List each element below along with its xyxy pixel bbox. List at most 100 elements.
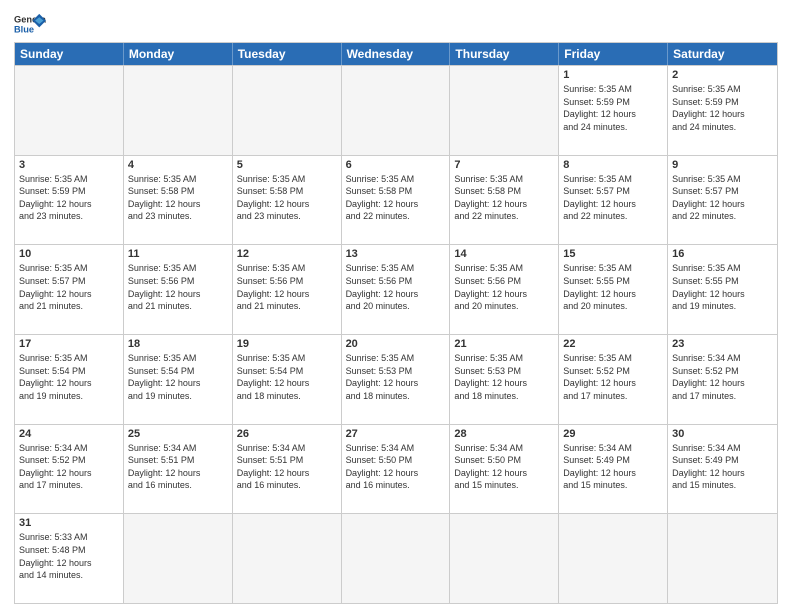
- calendar-row: 17 Sunrise: 5:35 AM Sunset: 5:54 PM Dayli…: [15, 334, 777, 424]
- day-number: 8: [563, 159, 663, 171]
- weekday-header: Tuesday: [233, 43, 342, 65]
- day-number: 28: [454, 428, 554, 440]
- sun-info: Sunrise: 5:34 AM Sunset: 5:51 PM Dayligh…: [237, 442, 337, 492]
- day-number: 4: [128, 159, 228, 171]
- day-number: 21: [454, 338, 554, 350]
- logo: General Blue: [14, 12, 46, 36]
- weekday-header: Monday: [124, 43, 233, 65]
- day-number: 29: [563, 428, 663, 440]
- sun-info: Sunrise: 5:34 AM Sunset: 5:50 PM Dayligh…: [454, 442, 554, 492]
- day-number: 7: [454, 159, 554, 171]
- sun-info: Sunrise: 5:35 AM Sunset: 5:54 PM Dayligh…: [237, 352, 337, 402]
- weekday-header: Friday: [559, 43, 668, 65]
- sun-info: Sunrise: 5:34 AM Sunset: 5:49 PM Dayligh…: [563, 442, 663, 492]
- sun-info: Sunrise: 5:34 AM Sunset: 5:49 PM Dayligh…: [672, 442, 773, 492]
- day-number: 27: [346, 428, 446, 440]
- calendar-cell: [124, 514, 233, 603]
- sun-info: Sunrise: 5:33 AM Sunset: 5:48 PM Dayligh…: [19, 531, 119, 581]
- sun-info: Sunrise: 5:35 AM Sunset: 5:58 PM Dayligh…: [128, 173, 228, 223]
- svg-text:Blue: Blue: [14, 24, 34, 34]
- calendar-cell: 13 Sunrise: 5:35 AM Sunset: 5:56 PM Dayli…: [342, 245, 451, 334]
- calendar-row: 1 Sunrise: 5:35 AM Sunset: 5:59 PM Daylig…: [15, 65, 777, 155]
- sun-info: Sunrise: 5:35 AM Sunset: 5:55 PM Dayligh…: [672, 262, 773, 312]
- day-number: 25: [128, 428, 228, 440]
- generalblue-logo-icon: General Blue: [14, 12, 46, 36]
- calendar-cell: 15 Sunrise: 5:35 AM Sunset: 5:55 PM Dayli…: [559, 245, 668, 334]
- calendar-cell: 27 Sunrise: 5:34 AM Sunset: 5:50 PM Dayli…: [342, 425, 451, 514]
- calendar-cell: 23Sunrise: 5:34 AM Sunset: 5:52 PM Dayli…: [668, 335, 777, 424]
- sun-info: Sunrise: 5:35 AM Sunset: 5:54 PM Dayligh…: [128, 352, 228, 402]
- sun-info: Sunrise: 5:35 AM Sunset: 5:57 PM Dayligh…: [19, 262, 119, 312]
- sun-info: Sunrise: 5:35 AM Sunset: 5:56 PM Dayligh…: [454, 262, 554, 312]
- sun-info: Sunrise: 5:34 AM Sunset: 5:51 PM Dayligh…: [128, 442, 228, 492]
- calendar-row: 24Sunrise: 5:34 AM Sunset: 5:52 PM Dayli…: [15, 424, 777, 514]
- day-number: 22: [563, 338, 663, 350]
- calendar-cell: 22Sunrise: 5:35 AM Sunset: 5:52 PM Dayli…: [559, 335, 668, 424]
- calendar-cell: 26 Sunrise: 5:34 AM Sunset: 5:51 PM Dayli…: [233, 425, 342, 514]
- day-number: 6: [346, 159, 446, 171]
- calendar-cell: 30Sunrise: 5:34 AM Sunset: 5:49 PM Dayli…: [668, 425, 777, 514]
- sun-info: Sunrise: 5:35 AM Sunset: 5:58 PM Dayligh…: [346, 173, 446, 223]
- day-number: 13: [346, 248, 446, 260]
- calendar-cell: 18 Sunrise: 5:35 AM Sunset: 5:54 PM Dayli…: [124, 335, 233, 424]
- day-number: 18: [128, 338, 228, 350]
- day-number: 2: [672, 69, 773, 81]
- calendar-cell: [668, 514, 777, 603]
- sun-info: Sunrise: 5:35 AM Sunset: 5:56 PM Dayligh…: [237, 262, 337, 312]
- calendar-cell: 2Sunrise: 5:35 AM Sunset: 5:59 PM Daylig…: [668, 66, 777, 155]
- day-number: 3: [19, 159, 119, 171]
- calendar-cell: 6 Sunrise: 5:35 AM Sunset: 5:58 PM Daylig…: [342, 156, 451, 245]
- calendar-cell: [233, 514, 342, 603]
- day-number: 26: [237, 428, 337, 440]
- calendar-cell: 29 Sunrise: 5:34 AM Sunset: 5:49 PM Dayli…: [559, 425, 668, 514]
- day-number: 24: [19, 428, 119, 440]
- day-number: 5: [237, 159, 337, 171]
- calendar-cell: 12Sunrise: 5:35 AM Sunset: 5:56 PM Dayli…: [233, 245, 342, 334]
- calendar-header: SundayMondayTuesdayWednesdayThursdayFrid…: [15, 43, 777, 65]
- sun-info: Sunrise: 5:35 AM Sunset: 5:59 PM Dayligh…: [19, 173, 119, 223]
- calendar-cell: [124, 66, 233, 155]
- day-number: 9: [672, 159, 773, 171]
- day-number: 15: [563, 248, 663, 260]
- weekday-header: Wednesday: [342, 43, 451, 65]
- calendar-cell: 31 Sunrise: 5:33 AM Sunset: 5:48 PM Dayli…: [15, 514, 124, 603]
- calendar-cell: [233, 66, 342, 155]
- sun-info: Sunrise: 5:34 AM Sunset: 5:52 PM Dayligh…: [672, 352, 773, 402]
- day-number: 11: [128, 248, 228, 260]
- weekday-header: Thursday: [450, 43, 559, 65]
- day-number: 16: [672, 248, 773, 260]
- day-number: 17: [19, 338, 119, 350]
- day-number: 10: [19, 248, 119, 260]
- calendar-cell: 5 Sunrise: 5:35 AM Sunset: 5:58 PM Daylig…: [233, 156, 342, 245]
- calendar-cell: 20Sunrise: 5:35 AM Sunset: 5:53 PM Dayli…: [342, 335, 451, 424]
- calendar-cell: 16 Sunrise: 5:35 AM Sunset: 5:55 PM Dayli…: [668, 245, 777, 334]
- day-number: 1: [563, 69, 663, 81]
- sun-info: Sunrise: 5:35 AM Sunset: 5:59 PM Dayligh…: [563, 83, 663, 133]
- calendar-cell: 9 Sunrise: 5:35 AM Sunset: 5:57 PM Daylig…: [668, 156, 777, 245]
- calendar-cell: 4 Sunrise: 5:35 AM Sunset: 5:58 PM Daylig…: [124, 156, 233, 245]
- calendar-cell: 17Sunrise: 5:35 AM Sunset: 5:54 PM Dayli…: [15, 335, 124, 424]
- calendar-cell: [450, 66, 559, 155]
- calendar-row: 31 Sunrise: 5:33 AM Sunset: 5:48 PM Dayli…: [15, 513, 777, 603]
- calendar-cell: [15, 66, 124, 155]
- calendar-cell: 19Sunrise: 5:35 AM Sunset: 5:54 PM Dayli…: [233, 335, 342, 424]
- calendar-cell: 3 Sunrise: 5:35 AM Sunset: 5:59 PM Daylig…: [15, 156, 124, 245]
- calendar-cell: 11 Sunrise: 5:35 AM Sunset: 5:56 PM Dayli…: [124, 245, 233, 334]
- sun-info: Sunrise: 5:35 AM Sunset: 5:56 PM Dayligh…: [346, 262, 446, 312]
- page: General Blue SundayMondayTuesdayWednesda…: [0, 0, 792, 612]
- sun-info: Sunrise: 5:35 AM Sunset: 5:55 PM Dayligh…: [563, 262, 663, 312]
- weekday-header: Sunday: [15, 43, 124, 65]
- calendar: SundayMondayTuesdayWednesdayThursdayFrid…: [14, 42, 778, 604]
- day-number: 14: [454, 248, 554, 260]
- header: General Blue: [14, 12, 778, 36]
- weekday-header: Saturday: [668, 43, 777, 65]
- calendar-row: 10 Sunrise: 5:35 AM Sunset: 5:57 PM Dayli…: [15, 244, 777, 334]
- day-number: 31: [19, 517, 119, 529]
- calendar-cell: 1 Sunrise: 5:35 AM Sunset: 5:59 PM Daylig…: [559, 66, 668, 155]
- calendar-cell: 21Sunrise: 5:35 AM Sunset: 5:53 PM Dayli…: [450, 335, 559, 424]
- sun-info: Sunrise: 5:35 AM Sunset: 5:56 PM Dayligh…: [128, 262, 228, 312]
- sun-info: Sunrise: 5:34 AM Sunset: 5:50 PM Dayligh…: [346, 442, 446, 492]
- sun-info: Sunrise: 5:35 AM Sunset: 5:58 PM Dayligh…: [237, 173, 337, 223]
- sun-info: Sunrise: 5:35 AM Sunset: 5:57 PM Dayligh…: [672, 173, 773, 223]
- calendar-cell: [342, 514, 451, 603]
